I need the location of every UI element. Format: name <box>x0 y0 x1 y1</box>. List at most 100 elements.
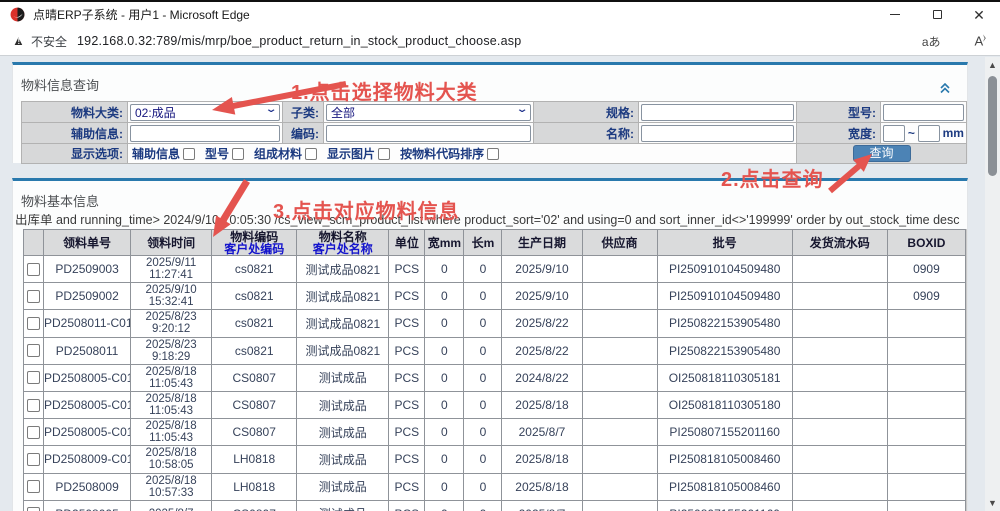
spec-input[interactable] <box>641 104 794 121</box>
cell-boxid <box>887 473 965 500</box>
table-row[interactable]: PD25090032025/9/1111:27:41cs0821测试成品0821… <box>24 256 966 283</box>
row-checkbox[interactable] <box>27 263 40 276</box>
cell-order: PD2508005 <box>44 500 131 511</box>
table-row[interactable]: PD2508005-C012025/8/1811:05:43CS0807测试成品… <box>24 419 966 446</box>
translate-icon[interactable]: aあ <box>922 33 941 50</box>
row-checkbox[interactable] <box>27 507 40 511</box>
cell-prod_date: 2025/8/22 <box>502 337 582 364</box>
read-aloud-icon[interactable]: A⧽ <box>975 33 986 48</box>
scroll-down-icon[interactable]: ▼ <box>967 502 968 511</box>
cell-prod_date: 2025/8/7 <box>502 419 582 446</box>
cell-time: 2025/8/1811:05:43 <box>131 419 212 446</box>
row-checkbox[interactable] <box>27 399 40 412</box>
table-row[interactable]: PD25080112025/8/239:18:29cs0821测试成品0821P… <box>24 337 966 364</box>
search-button[interactable]: 查询 <box>853 145 911 162</box>
row-checkbox[interactable] <box>27 317 40 330</box>
cell-supplier <box>582 473 657 500</box>
material-info-panel: 物料基本信息 出库单 and running_time> 2024/9/10 1… <box>12 178 968 511</box>
option-checkbox[interactable] <box>487 148 499 160</box>
query-panel-title: 物料信息查询 <box>21 75 99 94</box>
maximize-icon <box>933 10 942 19</box>
option-checkbox[interactable] <box>378 148 390 160</box>
cell-name: 测试成品0821 <box>297 337 389 364</box>
option-checkbox[interactable] <box>232 148 244 160</box>
name-label: 名称: <box>534 123 639 144</box>
minimize-button[interactable] <box>874 2 916 27</box>
row-select-cell <box>24 419 44 446</box>
width-min-input[interactable] <box>883 125 905 142</box>
cell-supplier <box>582 310 657 337</box>
cell-batch: PI250807155201160 <box>657 419 792 446</box>
cell-name: 测试成品 <box>297 446 389 473</box>
table-row[interactable]: PD25080092025/8/1810:57:33LH0818测试成品PCS0… <box>24 473 966 500</box>
cell-boxid <box>887 364 965 391</box>
collapse-panel-icon[interactable] <box>939 83 951 94</box>
cell-unit: PCS <box>389 473 425 500</box>
display-options-group: 辅助信息型号组成材料显示图片按物料代码排序 <box>128 144 797 164</box>
table-row[interactable]: PD2508005-C012025/8/1811:05:43CS0807测试成品… <box>24 364 966 391</box>
row-checkbox[interactable] <box>27 371 40 384</box>
cell-prod_date: 2025/9/10 <box>502 283 582 310</box>
cell-batch: PI250822153905480 <box>657 337 792 364</box>
address-bar[interactable]: ▲ ! 不安全 192.168.0.32:789/mis/mrp/boe_pro… <box>0 27 1000 56</box>
cell-name: 测试成品 <box>297 419 389 446</box>
cell-supplier <box>582 283 657 310</box>
subclass-select[interactable]: 全部 ⌄ <box>326 104 531 121</box>
cell-width_mm: 0 <box>425 391 464 418</box>
cell-width_mm: 0 <box>425 337 464 364</box>
scroll-up-icon[interactable]: ▲ <box>967 232 968 241</box>
display-option-3: 显示图片 <box>327 145 390 162</box>
cell-supplier <box>582 391 657 418</box>
width-max-input[interactable] <box>918 125 940 142</box>
table-header-row: 领料单号领料时间物料编码客户处编码物料名称客户处名称单位宽mm长m生产日期供应商… <box>24 230 966 256</box>
warning-exclamation: ! <box>18 37 21 46</box>
display-option-0: 辅助信息 <box>132 145 195 162</box>
option-checkbox[interactable] <box>305 148 317 160</box>
col-header-5: 单位 <box>389 230 425 256</box>
cell-time: 2025/8/239:18:29 <box>131 337 212 364</box>
cell-boxid <box>887 391 965 418</box>
model-input[interactable] <box>883 104 964 121</box>
cell-serial <box>792 283 887 310</box>
code-input[interactable] <box>326 125 531 142</box>
insecure-warning-icon[interactable]: ▲ ! <box>12 34 26 48</box>
row-checkbox[interactable] <box>27 426 40 439</box>
table-row[interactable]: PD2508011-C012025/8/239:20:12cs0821测试成品0… <box>24 310 966 337</box>
cell-serial <box>792 473 887 500</box>
scroll-up-icon[interactable]: ▲ <box>985 60 1000 70</box>
cell-serial <box>792 310 887 337</box>
category-select[interactable]: 02:成品 ⌄ <box>130 104 280 121</box>
row-checkbox[interactable] <box>27 344 40 357</box>
cell-prod_date: 2025/8/7 <box>502 500 582 511</box>
maximize-button[interactable] <box>916 2 958 27</box>
cell-serial <box>792 391 887 418</box>
page-scrollbar-thumb[interactable] <box>988 76 997 176</box>
table-row[interactable]: PD25080052025/8/7CS0807测试成品PCS002025/8/7… <box>24 500 966 511</box>
aux-info-label: 辅助信息: <box>22 123 128 144</box>
cell-length_m: 0 <box>464 283 502 310</box>
scroll-down-icon[interactable]: ▼ <box>985 498 1000 508</box>
url-text[interactable]: 192.168.0.32:789/mis/mrp/boe_product_ret… <box>77 34 521 48</box>
row-checkbox[interactable] <box>27 290 40 303</box>
table-row[interactable]: PD25090022025/9/1015:32:41cs0821测试成品0821… <box>24 283 966 310</box>
titlebar[interactable]: 点晴ERP子系统 - 用户1 - Microsoft Edge ✕ <box>0 2 1000 27</box>
page-scrollbar[interactable]: ▲ ▼ <box>985 57 1000 511</box>
category-select-value: 02:成品 <box>135 104 176 121</box>
security-label[interactable]: 不安全 <box>31 33 67 50</box>
name-input[interactable] <box>641 125 794 142</box>
cell-order: PD2509003 <box>44 256 131 283</box>
cell-length_m: 0 <box>464 310 502 337</box>
option-checkbox[interactable] <box>183 148 195 160</box>
table-row[interactable]: PD2508009-C012025/8/1810:58:05LH0818测试成品… <box>24 446 966 473</box>
cell-code: LH0818 <box>212 473 297 500</box>
cell-prod_date: 2024/8/22 <box>502 364 582 391</box>
table-scrollbar[interactable]: ▲ ▼ <box>966 229 968 511</box>
close-button[interactable]: ✕ <box>958 2 1000 27</box>
row-checkbox[interactable] <box>27 453 40 466</box>
table-row[interactable]: PD2508005-C012025/8/1811:05:43CS0807测试成品… <box>24 391 966 418</box>
option-label: 组成材料 <box>254 145 302 162</box>
row-checkbox[interactable] <box>27 480 40 493</box>
cell-code: cs0821 <box>212 310 297 337</box>
aux-info-input[interactable] <box>130 125 280 142</box>
search-button-cell: 查询 <box>797 144 967 164</box>
